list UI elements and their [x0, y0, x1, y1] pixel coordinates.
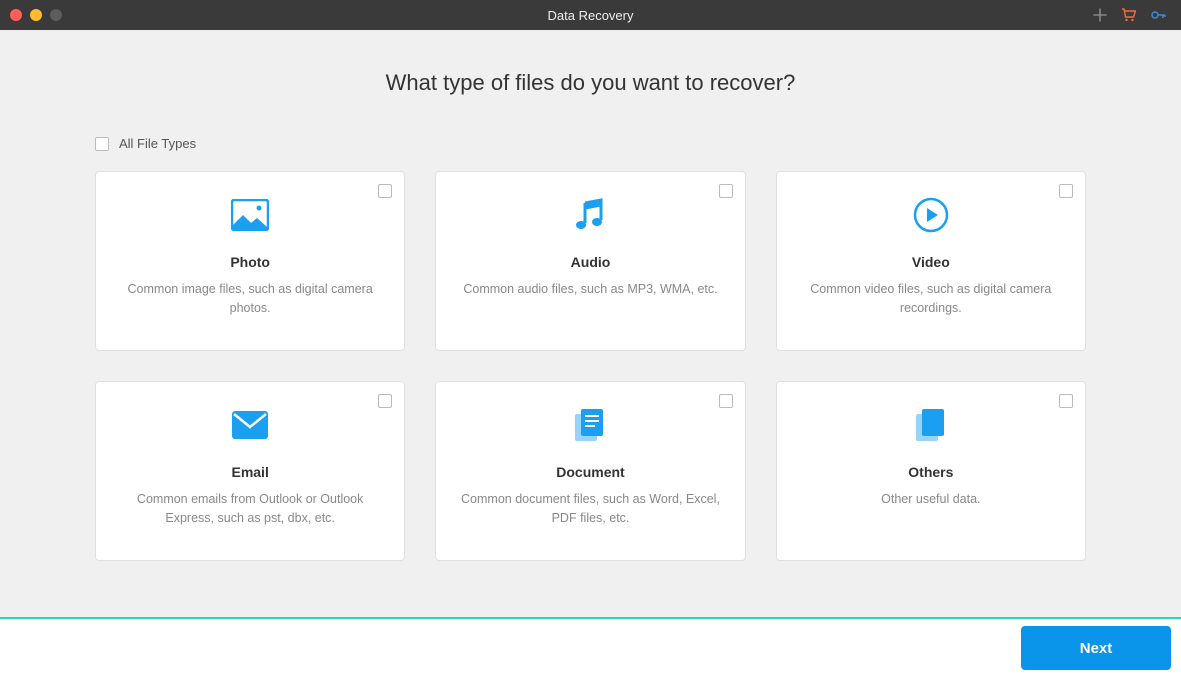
titlebar-right — [1093, 8, 1167, 22]
all-file-types-checkbox[interactable] — [95, 137, 109, 151]
card-desc: Common audio files, such as MP3, WMA, et… — [439, 280, 741, 299]
photo-icon — [231, 190, 269, 240]
next-button[interactable]: Next — [1021, 626, 1171, 670]
card-photo-checkbox[interactable] — [378, 184, 392, 198]
card-title: Others — [908, 464, 953, 480]
titlebar: Data Recovery — [0, 0, 1181, 30]
all-file-types-row[interactable]: All File Types — [95, 136, 1086, 151]
all-file-types-label: All File Types — [119, 136, 196, 151]
window-minimize-button[interactable] — [30, 9, 42, 21]
card-document-checkbox[interactable] — [719, 394, 733, 408]
card-desc: Other useful data. — [857, 490, 1004, 509]
file-type-grid: Photo Common image files, such as digita… — [95, 171, 1086, 561]
cart-icon[interactable] — [1121, 8, 1137, 22]
card-others-checkbox[interactable] — [1059, 394, 1073, 408]
card-video[interactable]: Video Common video files, such as digita… — [776, 171, 1086, 351]
window-zoom-button[interactable] — [50, 9, 62, 21]
card-audio-checkbox[interactable] — [719, 184, 733, 198]
window-title: Data Recovery — [0, 8, 1181, 23]
others-icon — [913, 400, 949, 450]
card-desc: Common image files, such as digital came… — [96, 280, 404, 318]
page-heading: What type of files do you want to recove… — [95, 70, 1086, 96]
card-title: Photo — [230, 254, 270, 270]
card-desc: Common document files, such as Word, Exc… — [436, 490, 744, 528]
card-photo[interactable]: Photo Common image files, such as digita… — [95, 171, 405, 351]
card-others[interactable]: Others Other useful data. — [776, 381, 1086, 561]
card-desc: Common emails from Outlook or Outlook Ex… — [96, 490, 404, 528]
key-icon[interactable] — [1151, 8, 1167, 22]
traffic-lights — [10, 9, 62, 21]
card-audio[interactable]: Audio Common audio files, such as MP3, W… — [435, 171, 745, 351]
video-icon — [913, 190, 949, 240]
card-document[interactable]: Document Common document files, such as … — [435, 381, 745, 561]
card-title: Document — [556, 464, 624, 480]
card-title: Email — [231, 464, 268, 480]
email-icon — [231, 400, 269, 450]
card-video-checkbox[interactable] — [1059, 184, 1073, 198]
main-content: What type of files do you want to recove… — [0, 30, 1181, 561]
document-icon — [572, 400, 608, 450]
plus-icon[interactable] — [1093, 8, 1107, 22]
footer: Next — [0, 617, 1181, 677]
card-title: Audio — [571, 254, 611, 270]
card-title: Video — [912, 254, 950, 270]
audio-icon — [573, 190, 607, 240]
card-email[interactable]: Email Common emails from Outlook or Outl… — [95, 381, 405, 561]
card-desc: Common video files, such as digital came… — [777, 280, 1085, 318]
window-close-button[interactable] — [10, 9, 22, 21]
card-email-checkbox[interactable] — [378, 394, 392, 408]
